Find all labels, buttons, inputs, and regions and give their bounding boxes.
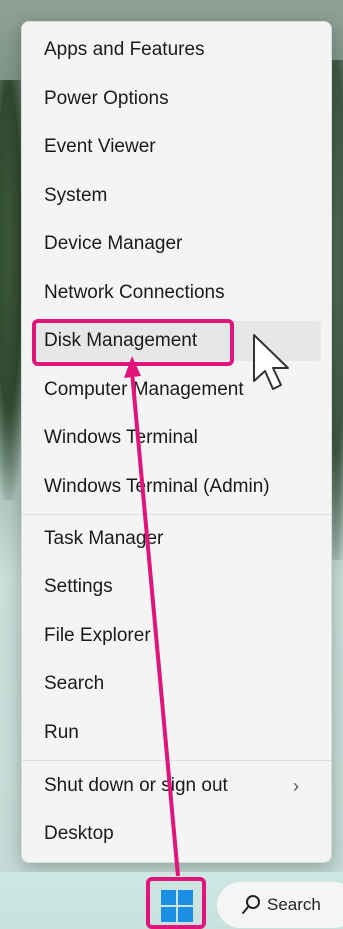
mouse-cursor-icon xyxy=(253,334,289,390)
annotation-arrow xyxy=(124,356,180,877)
